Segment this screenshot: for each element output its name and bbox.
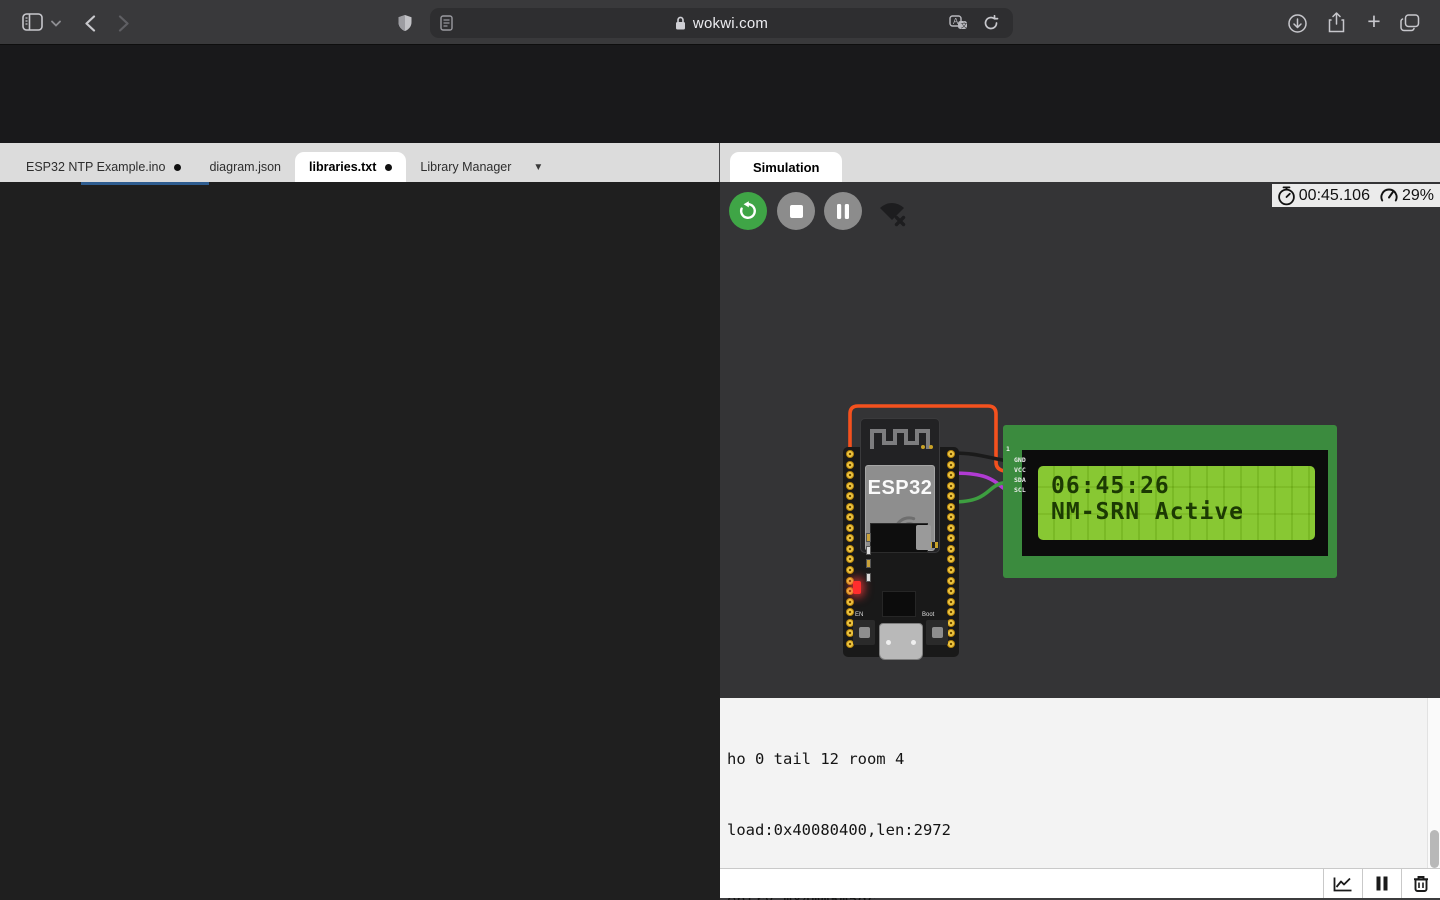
en-button[interactable] <box>853 620 875 645</box>
lock-icon <box>675 16 686 30</box>
lcd-scl-label: SCL <box>1014 486 1026 494</box>
editor-selection-highlight <box>81 182 209 185</box>
esp32-pins-left <box>846 450 855 648</box>
esp32-label: ESP32 <box>866 477 934 500</box>
editor-pane: ESP32 NTP Example.ino diagram.json libra… <box>0 143 720 900</box>
stopwatch-icon <box>1277 186 1296 206</box>
wifi-off-icon <box>876 198 910 233</box>
unsaved-dot-icon <box>385 164 392 171</box>
lcd-screen: 06:45:26 NM-SRN Active <box>1038 466 1315 540</box>
micro-usb-connector <box>879 623 923 660</box>
svg-text:文: 文 <box>961 21 968 30</box>
serial-line: ho 0 tail 12 room 4 <box>727 748 1128 772</box>
sidebar-toggle-icon[interactable] <box>22 13 43 31</box>
url-text: wokwi.com <box>693 15 768 32</box>
sim-time: 00:45.106 <box>1299 187 1370 205</box>
downloads-icon[interactable] <box>1288 14 1307 33</box>
serial-toolbar <box>720 868 1440 898</box>
boot-label: Boot <box>922 612 934 618</box>
serial-clear-button[interactable] <box>1401 869 1440 898</box>
tab-diagram-json[interactable]: diagram.json <box>195 152 295 182</box>
antenna-trace <box>861 423 939 451</box>
simulation-tabbar: Simulation <box>720 143 1440 182</box>
module-pad <box>921 445 925 449</box>
translate-icon[interactable]: A文 <box>949 15 969 31</box>
tab-esp32-ntp-example[interactable]: ESP32 NTP Example.ino <box>12 152 195 182</box>
lcd-pin1-label: 1 <box>1006 445 1010 453</box>
simulation-pane: Simulation 00:45.106 29% <box>720 143 1440 900</box>
performance-gauge-icon <box>1379 186 1399 206</box>
serial-line: load:0x40080400,len:2972 <box>727 819 1128 843</box>
lcd-line1: 06:45:26 <box>1051 473 1170 499</box>
regulator-chip <box>916 525 931 550</box>
chevron-down-icon: ▼ <box>533 162 543 173</box>
capacitor <box>866 559 871 568</box>
usb-uart-chip <box>882 591 916 617</box>
scrollbar-thumb[interactable] <box>1430 830 1439 868</box>
address-bar[interactable]: wokwi.com A文 <box>430 8 1013 38</box>
tab-libraries-txt[interactable]: libraries.txt <box>295 152 406 182</box>
serial-monitor[interactable]: ho 0 tail 12 room 4 load:0x40080400,len:… <box>720 698 1440 868</box>
new-tab-button[interactable]: + <box>1362 8 1386 35</box>
lcd1602-display[interactable]: 1 GND VCC SDA SCL 06:45:26 NM-SRN Active <box>1003 425 1337 578</box>
forward-button[interactable] <box>118 15 130 32</box>
lcd-gnd-label: GND <box>1014 456 1026 464</box>
reader-view-icon[interactable] <box>440 15 453 31</box>
capacitor <box>866 533 871 542</box>
chevron-down-icon[interactable] <box>51 20 61 27</box>
serial-pause-button[interactable] <box>1362 869 1401 898</box>
serial-plotter-button[interactable] <box>1323 869 1362 898</box>
sim-cpu-load: 29% <box>1402 187 1434 205</box>
simulation-timer: 00:45.106 29% <box>1272 184 1440 207</box>
privacy-shield-icon[interactable] <box>397 14 413 32</box>
esp32-devkit-board[interactable]: ESP32 EN Boot <box>842 405 960 657</box>
share-icon[interactable] <box>1328 12 1345 33</box>
restart-simulation-button[interactable] <box>729 192 767 230</box>
en-label: EN <box>855 612 863 618</box>
lcd-sda-label: SDA <box>1014 476 1026 484</box>
safari-window: wokwi.com A文 + ESP32 NTP Example.ino <box>0 0 1440 900</box>
simulation-canvas[interactable]: 00:45.106 29% <box>720 182 1440 698</box>
pause-simulation-button[interactable] <box>824 192 862 230</box>
tab-library-manager[interactable]: Library Manager ▼ <box>406 152 557 182</box>
lcd-line2: NM-SRN Active <box>1051 499 1244 525</box>
resistor <box>866 546 871 555</box>
editor-tabbar: ESP32 NTP Example.ino diagram.json libra… <box>0 143 719 182</box>
back-button[interactable] <box>84 15 96 32</box>
esp32-pins-right <box>947 450 956 648</box>
page-background <box>0 45 1440 143</box>
reload-icon[interactable] <box>983 15 999 31</box>
serial-scrollbar[interactable] <box>1427 698 1440 868</box>
lcd-bezel: 06:45:26 NM-SRN Active <box>1022 450 1328 556</box>
module-pad <box>929 445 933 449</box>
power-led <box>853 581 861 594</box>
lcd-vcc-label: VCC <box>1014 466 1026 474</box>
resistor <box>866 573 871 582</box>
browser-toolbar: wokwi.com A文 + <box>0 0 1440 45</box>
boot-button[interactable] <box>926 620 948 645</box>
tab-simulation[interactable]: Simulation <box>730 152 842 182</box>
code-editor[interactable] <box>0 182 720 900</box>
tab-overview-icon[interactable] <box>1400 14 1420 32</box>
unsaved-dot-icon <box>174 164 181 171</box>
stop-simulation-button[interactable] <box>777 192 815 230</box>
